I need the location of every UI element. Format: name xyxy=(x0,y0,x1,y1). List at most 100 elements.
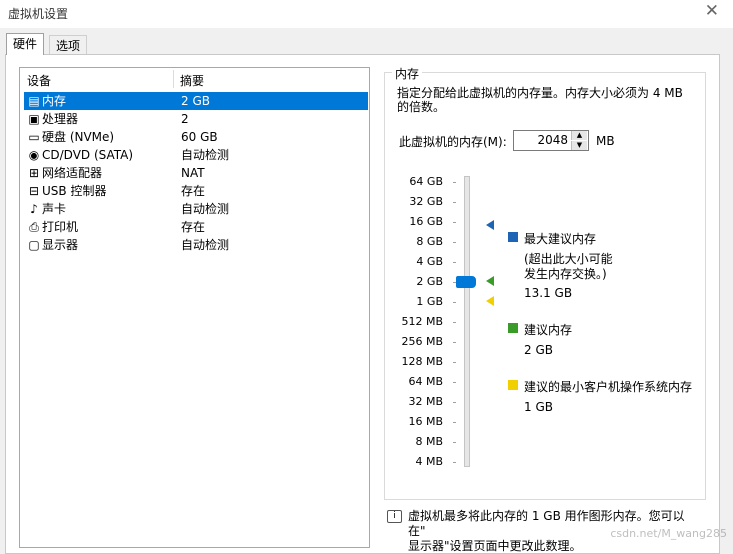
scale-label: 64 GB xyxy=(409,175,443,188)
memory-slider-thumb[interactable] xyxy=(456,276,476,288)
max-recommended-marker-icon xyxy=(486,220,494,230)
device-summary: 存在 xyxy=(181,220,206,234)
legend-min-swatch xyxy=(508,380,518,390)
memory-group-title: 内存 xyxy=(392,65,423,82)
scale-label: 256 MB xyxy=(401,335,443,348)
spin-down-icon[interactable]: ▼ xyxy=(571,141,587,150)
device-name: 处理器 xyxy=(42,112,79,126)
scale-label: 512 MB xyxy=(401,315,443,328)
scale-tick xyxy=(453,302,456,303)
device-row-1[interactable]: ▣ 处理器 2 xyxy=(24,110,368,128)
legend-recommended-swatch xyxy=(508,323,518,333)
scale-tick xyxy=(453,182,456,183)
scale-label: 32 GB xyxy=(409,195,443,208)
legend-max-swatch xyxy=(508,232,518,242)
printer-icon: ⎙ xyxy=(29,220,39,234)
spin-up-icon[interactable]: ▲ xyxy=(571,131,587,140)
scale-tick xyxy=(453,382,456,383)
sound-icon: ♪ xyxy=(30,202,38,216)
device-summary: 60 GB xyxy=(181,130,218,144)
scale-tick xyxy=(453,222,456,223)
device-summary: 2 GB xyxy=(181,94,210,108)
legend-min-title: 建议的最小客户机操作系统内存 xyxy=(524,380,693,394)
device-row-0[interactable]: ▤ 内存 2 GB xyxy=(24,92,368,110)
close-icon[interactable]: ✕ xyxy=(705,1,719,21)
device-row-5[interactable]: ⊟ USB 控制器 存在 xyxy=(24,182,368,200)
device-row-8[interactable]: ▢ 显示器 自动检测 xyxy=(24,236,368,254)
network-icon: ⊞ xyxy=(28,166,40,180)
memory-unit: MB xyxy=(596,134,615,148)
scale-tick xyxy=(453,362,456,363)
column-divider[interactable] xyxy=(173,70,174,88)
scale-tick xyxy=(453,322,456,323)
scale-label: 8 GB xyxy=(416,235,443,248)
min-guest-marker-icon xyxy=(486,296,494,306)
legend-recommended-value: 2 GB xyxy=(524,343,553,357)
device-name: 显示器 xyxy=(42,238,79,252)
scale-label: 2 GB xyxy=(416,275,443,288)
device-row-4[interactable]: ⊞ 网络适配器 NAT xyxy=(24,164,368,182)
device-name: CD/DVD (SATA) xyxy=(42,148,134,162)
device-name: USB 控制器 xyxy=(42,184,107,198)
column-header-summary[interactable]: 摘要 xyxy=(180,72,204,89)
device-list-header: 设备 摘要 xyxy=(20,68,369,90)
title-bar: 虚拟机设置 ✕ xyxy=(0,0,733,28)
graphics-memory-note-line-2: 显示器"设置页面中更改此数理。 xyxy=(408,539,582,553)
device-name: 硬盘 (NVMe) xyxy=(42,130,115,144)
scale-tick xyxy=(453,262,456,263)
info-icon: i xyxy=(387,510,402,523)
device-name: 声卡 xyxy=(42,202,67,216)
scale-label: 32 MB xyxy=(408,395,443,408)
tab-hardware[interactable]: 硬件 xyxy=(6,33,45,55)
legend-max-title: 最大建议内存 xyxy=(524,232,597,246)
scale-tick xyxy=(453,442,456,443)
memory-field-label: 此虚拟机的内存(M): xyxy=(399,135,507,149)
device-summary: 存在 xyxy=(181,184,206,198)
memory-icon: ▤ xyxy=(28,94,40,108)
scale-label: 4 GB xyxy=(416,255,443,268)
device-row-6[interactable]: ♪ 声卡 自动检测 xyxy=(24,200,368,218)
memory-description: 指定分配给此虚拟机的内存量。内存大小必须为 4 MB 的倍数。 xyxy=(397,86,683,114)
device-summary: 自动检测 xyxy=(181,202,230,216)
scale-label: 8 MB xyxy=(415,435,443,448)
scale-label: 16 MB xyxy=(408,415,443,428)
scale-tick xyxy=(453,342,456,343)
memory-slider-track[interactable] xyxy=(464,176,470,467)
memory-spinbox[interactable]: 2048 ▲ ▼ xyxy=(513,130,589,151)
window-title: 虚拟机设置 xyxy=(8,7,69,21)
recommended-marker-icon xyxy=(486,276,494,286)
legend-max-note-2: 发生内存交换。) xyxy=(524,267,607,281)
device-name: 打印机 xyxy=(42,220,79,234)
memory-value-input[interactable]: 2048 xyxy=(537,133,568,147)
device-row-7[interactable]: ⎙ 打印机 存在 xyxy=(24,218,368,236)
disk-icon: ▭ xyxy=(28,130,40,144)
device-summary: 自动检测 xyxy=(181,148,230,162)
device-name: 网络适配器 xyxy=(42,166,103,180)
device-summary: 自动检测 xyxy=(181,238,230,252)
legend-max-value: 13.1 GB xyxy=(524,286,573,300)
device-name: 内存 xyxy=(42,94,67,108)
scale-tick xyxy=(453,422,456,423)
device-summary: NAT xyxy=(181,166,205,180)
usb-icon: ⊟ xyxy=(28,184,40,198)
scale-tick xyxy=(453,242,456,243)
cd-icon: ◉ xyxy=(28,148,40,162)
device-row-3[interactable]: ◉ CD/DVD (SATA) 自动检测 xyxy=(24,146,368,164)
scale-label: 4 MB xyxy=(415,455,443,468)
processor-icon: ▣ xyxy=(28,112,40,126)
scale-tick xyxy=(453,402,456,403)
legend-min-value: 1 GB xyxy=(524,400,553,414)
scale-label: 128 MB xyxy=(401,355,443,368)
display-icon: ▢ xyxy=(28,238,40,252)
device-list[interactable]: 设备 摘要 ▤ 内存 2 GB ▣ 处理器 2 ▭ 硬盘 (NVMe) 60 GB ◉ CD/DVD… xyxy=(19,67,370,548)
watermark: csdn.net/M_wang285 xyxy=(610,527,727,540)
scale-label: 16 GB xyxy=(409,215,443,228)
tab-options[interactable]: 选项 xyxy=(49,35,88,55)
device-row-2[interactable]: ▭ 硬盘 (NVMe) 60 GB xyxy=(24,128,368,146)
legend-recommended-title: 建议内存 xyxy=(524,323,573,337)
scale-tick xyxy=(453,462,456,463)
column-header-device[interactable]: 设备 xyxy=(27,72,51,89)
scale-label: 1 GB xyxy=(416,295,443,308)
scale-tick xyxy=(453,202,456,203)
scale-label: 64 MB xyxy=(408,375,443,388)
